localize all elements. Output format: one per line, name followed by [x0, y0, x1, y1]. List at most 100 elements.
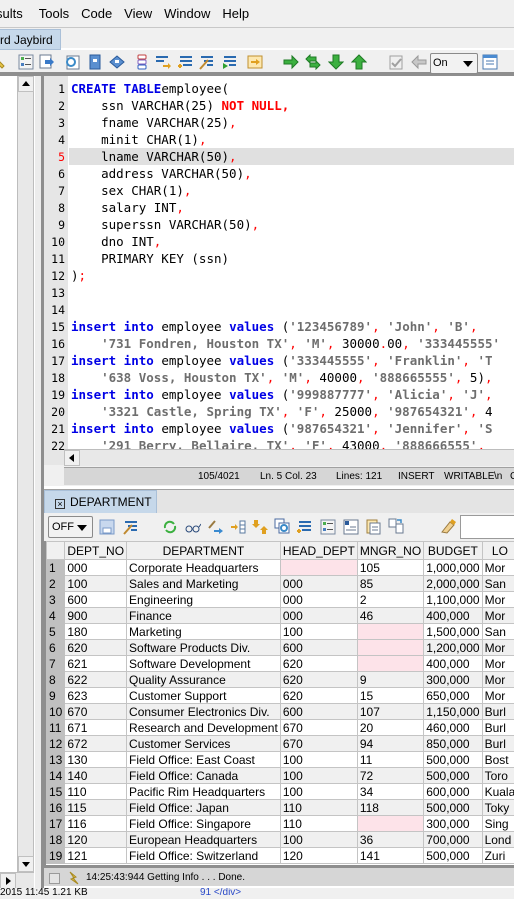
code-line[interactable]: 17 insert into employee values ('33344555… [44, 352, 514, 369]
table-cell[interactable]: 1,100,000 [423, 591, 483, 608]
table-row[interactable]: 14 140 Field Office: Canada 100 72 500,000 Tor… [46, 767, 514, 784]
table-cell[interactable]: 120 [64, 831, 128, 848]
code-line[interactable]: 18 '638 Voss, Houston TX', 'M', 40000, '… [44, 369, 514, 386]
table-cell[interactable]: 110 [64, 783, 128, 800]
refresh-doc-icon[interactable] [64, 54, 80, 70]
table-cell[interactable]: 107 [356, 703, 425, 720]
paste-icon[interactable] [365, 519, 381, 535]
table-cell[interactable]: Software Development [126, 655, 281, 672]
table-cell[interactable]: 110 [279, 815, 358, 832]
table-cell[interactable]: 670 [64, 703, 128, 720]
table-cell[interactable]: 670 [279, 735, 358, 752]
lines-pencil-icon[interactable] [199, 54, 215, 70]
table-cell[interactable]: 118 [356, 799, 425, 816]
code-line[interactable]: 16 '731 Fondren, Houston TX', 'M', 30000… [44, 335, 514, 352]
insert-row-icon[interactable] [230, 519, 246, 535]
table-cell[interactable]: San [481, 575, 514, 592]
row-number[interactable]: 13 [46, 751, 66, 768]
swap-arrows-icon[interactable] [305, 54, 321, 70]
table-cell[interactable]: 2 [356, 591, 425, 608]
row-number[interactable]: 5 [46, 623, 66, 640]
table-cell[interactable]: Engineering [126, 591, 281, 608]
table-cell[interactable]: Zuri [481, 847, 514, 864]
table-cell[interactable]: 100 [279, 831, 358, 848]
code-line[interactable]: 12); [44, 267, 514, 284]
back-arrow-icon[interactable] [411, 54, 427, 70]
form-view-icon[interactable] [320, 519, 336, 535]
lines-plus-icon[interactable] [177, 54, 193, 70]
table-cell[interactable]: Corporate Headquarters [126, 559, 281, 576]
book-icon[interactable] [87, 54, 103, 70]
table-cell[interactable]: 300,000 [423, 815, 483, 832]
table-cell[interactable]: 120 [279, 847, 358, 864]
table-cell[interactable]: 36 [356, 831, 425, 848]
row-number[interactable]: 18 [46, 831, 66, 848]
table-cell[interactable]: Field Office: Switzerland [126, 847, 281, 864]
table-cell[interactable]: 620 [279, 671, 358, 688]
split-divider[interactable] [34, 76, 44, 888]
table-cell[interactable]: 1,200,000 [423, 639, 483, 656]
table-row[interactable]: 18 120 European Headquarters 100 36 700,000 Lo… [46, 831, 514, 848]
table-cell[interactable]: Mor [481, 687, 514, 704]
table-row[interactable]: 15 110 Pacific Rim Headquarters 100 34 600,00… [46, 783, 514, 800]
menu-tools[interactable]: Tools [33, 6, 75, 21]
code-line[interactable]: 1 CREATE TABLEemployee( [44, 80, 514, 97]
copy-doc-icon[interactable] [274, 518, 290, 534]
table-cell[interactable]: 72 [356, 767, 425, 784]
code-line[interactable]: 11 PRIMARY KEY (ssn) [44, 250, 514, 267]
sql-editor[interactable]: 1 CREATE TABLEemployee(2 ssn VARCHAR(25) … [44, 76, 514, 465]
row-number[interactable]: 7 [46, 655, 66, 672]
code-line[interactable]: 7 sex CHAR(1), [44, 182, 514, 199]
code-line[interactable]: 8 salary INT, [44, 199, 514, 216]
results-grid[interactable]: DEPT_NO DEPARTMENT HEAD_DEPT MNGR_NO BUDGET L… [44, 541, 514, 865]
code-line[interactable]: 4 minit CHAR(1), [44, 131, 514, 148]
table-cell[interactable]: 100 [279, 783, 358, 800]
table-cell[interactable]: Software Products Div. [126, 639, 281, 656]
move-rows-icon[interactable] [252, 519, 268, 535]
table-cell[interactable]: 100 [279, 751, 358, 768]
table-cell[interactable]: 400,000 [423, 655, 483, 672]
table-cell[interactable]: 670 [279, 719, 358, 736]
table-cell[interactable]: 121 [64, 847, 128, 864]
down-arrow-icon[interactable] [328, 54, 344, 70]
table-cell[interactable]: Pacific Rim Headquarters [126, 783, 281, 800]
table-cell[interactable]: 672 [64, 735, 128, 752]
table-cell[interactable]: Toky [481, 799, 514, 816]
editor-horizontal-scrollbar[interactable] [64, 449, 514, 466]
row-number[interactable]: 16 [46, 799, 66, 816]
table-cell[interactable]: 2,000,000 [423, 575, 483, 592]
table-cell[interactable]: Marketing [126, 623, 281, 640]
table-row[interactable]: 5 180 Marketing 100 1,500,000 San [46, 623, 514, 640]
edit-arrow-icon[interactable] [208, 519, 224, 535]
table-cell[interactable]: Mor [481, 671, 514, 688]
table-cell[interactable]: Burl [481, 703, 514, 720]
checklist-icon[interactable] [388, 54, 404, 70]
table-row[interactable]: 4 900 Finance 000 46 400,000 Mor [46, 607, 514, 624]
table-cell[interactable]: 11 [356, 751, 425, 768]
table-cell[interactable]: Field Office: East Coast [126, 751, 281, 768]
table-row[interactable]: 8 622 Quality Assurance 620 9 300,000 Mor [46, 671, 514, 688]
lines-play-icon[interactable] [222, 54, 238, 70]
table-cell[interactable]: Mor [481, 591, 514, 608]
code-line[interactable]: 5 lname VARCHAR(50), [44, 148, 514, 165]
table-cell[interactable]: 100 [64, 575, 128, 592]
code-line[interactable]: 15 insert into employee values ('12345678… [44, 318, 514, 335]
table-cell[interactable]: 115 [64, 799, 128, 816]
table-cell[interactable]: 850,000 [423, 735, 483, 752]
table-cell[interactable]: San [481, 623, 514, 640]
row-number[interactable]: 17 [46, 815, 66, 832]
table-cell[interactable]: 600 [279, 703, 358, 720]
null-cell[interactable] [279, 559, 358, 576]
glasses-icon[interactable] [185, 519, 201, 535]
code-line[interactable]: 13 [44, 284, 514, 301]
table-cell[interactable]: Sing [481, 815, 514, 832]
table-cell[interactable]: Field Office: Singapore [126, 815, 281, 832]
code-line[interactable]: 6 address VARCHAR(50), [44, 165, 514, 182]
left-horizontal-scrollbar[interactable] [0, 872, 34, 889]
open-book-icon[interactable] [109, 54, 125, 70]
table-cell[interactable]: 500,000 [423, 799, 483, 816]
eraser-icon[interactable] [440, 518, 456, 534]
table-cell[interactable]: 700,000 [423, 831, 483, 848]
table-cell[interactable]: Lond [481, 831, 514, 848]
table-cell[interactable]: Sales and Marketing [126, 575, 281, 592]
